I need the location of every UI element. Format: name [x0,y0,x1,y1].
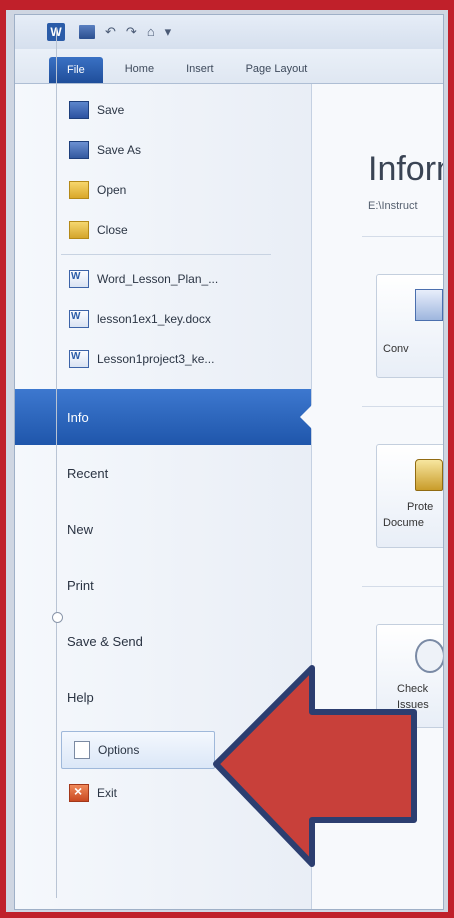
word-document-icon [69,270,89,288]
word-document-icon [69,350,89,368]
tab-file[interactable]: File [49,57,103,83]
divider [61,254,271,255]
save-as-icon [69,141,89,159]
close-command[interactable]: Close [15,210,311,250]
recent-file-label: Word_Lesson_Plan_... [97,272,219,286]
recent-file-item[interactable]: Lesson1project3_ke... [15,339,311,379]
open-label: Open [97,183,127,197]
options-button[interactable]: Options [61,731,215,769]
divider [362,586,443,587]
close-label: Close [97,223,128,237]
backstage-tab-new[interactable]: New [15,501,311,557]
open-folder-icon [69,181,89,199]
options-icon [74,741,90,759]
recent-file-label: lesson1ex1_key.docx [97,312,211,326]
save-icon [69,101,89,119]
convert-label: Conv [383,343,409,355]
word-document-icon [69,310,89,328]
undo-icon[interactable]: ↶ [105,25,116,39]
backstage-tab-print[interactable]: Print [15,557,311,613]
save-icon[interactable] [79,25,95,39]
tab-insert[interactable]: Insert [170,63,230,83]
page-title: Inform [368,150,443,188]
save-label: Save [97,103,125,117]
protect-label: Prote [407,501,434,513]
tab-page-layout[interactable]: Page Layout [230,63,324,83]
backstage-tab-info[interactable]: Info [15,389,312,445]
save-as-command[interactable]: Save As [15,130,311,170]
convert-button[interactable]: Conv [376,274,443,378]
selection-guide-line [56,28,57,898]
recent-file-item[interactable]: lesson1ex1_key.docx [15,299,311,339]
options-label: Options [98,743,140,757]
protect-document-button[interactable]: Prote Docume [376,444,443,548]
protect-label-2: Docume [383,517,424,529]
exit-icon [69,783,89,802]
close-folder-icon [69,221,89,239]
ribbon-tabs: File Home Insert Page Layout [15,49,443,84]
divider [362,236,443,237]
format-painter-icon[interactable]: ⌂ [147,25,155,39]
save-command[interactable]: Save [15,90,311,130]
recent-file-label: Lesson1project3_ke... [97,352,215,366]
tab-home[interactable]: Home [109,63,170,83]
exit-label: Exit [97,786,118,800]
convert-icon [415,289,443,321]
red-arrow-pointer [213,665,417,867]
divider [362,406,443,407]
recent-file-item[interactable]: Word_Lesson_Plan_... [15,259,311,299]
protect-document-icon [415,459,443,491]
document-path: E:\Instruct [368,200,418,212]
quick-access-toolbar: W ↶ ↷ ⌂ ▾ [15,15,443,49]
open-command[interactable]: Open [15,170,311,210]
customize-qat-icon[interactable]: ▾ [165,25,172,39]
save-as-label: Save As [97,143,142,157]
resize-handle[interactable] [52,612,63,623]
backstage-tab-recent[interactable]: Recent [15,445,311,501]
redo-icon[interactable]: ↷ [126,25,137,39]
